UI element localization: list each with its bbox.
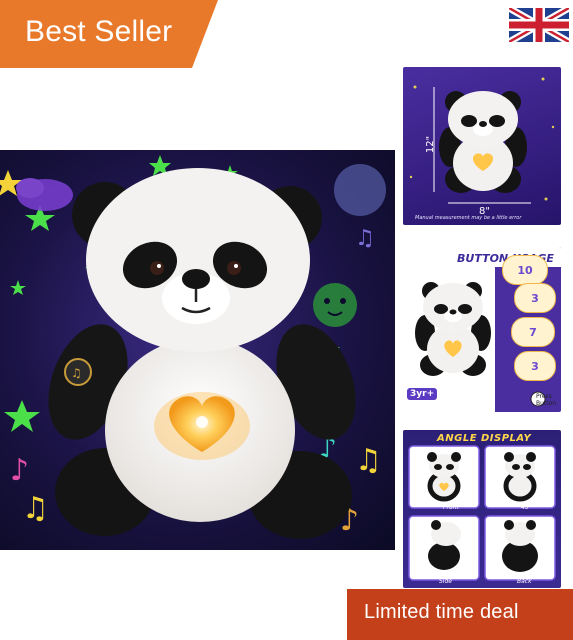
- main-product-image[interactable]: ♪ ♫ ♪ ♫ ♪ ♫ ♫: [0, 150, 395, 550]
- svg-text:♫: ♫: [355, 443, 382, 478]
- thumbnail-button-usage[interactable]: BUTTON USAGE 10 3 7 3 3yr+ Press Button: [403, 247, 561, 412]
- thumbnail-size[interactable]: 12" 8" Manual measurement may be a littl…: [403, 67, 561, 225]
- view-label-back: Back: [517, 578, 532, 585]
- press-button-label: Press Button: [536, 393, 557, 407]
- panda-toy: ♫: [48, 168, 356, 539]
- uk-flag-icon: [507, 4, 571, 46]
- limited-deal-badge: Limited time deal: [347, 589, 573, 640]
- moon-face-decoration: [334, 164, 386, 216]
- best-seller-badge: Best Seller: [0, 0, 218, 68]
- view-label-45: 45°: [521, 504, 532, 511]
- mode-chip-4: 3: [514, 351, 556, 381]
- best-seller-label: Best Seller: [25, 15, 173, 48]
- measurement-caption: Manual measurement may be a little error: [415, 215, 522, 221]
- view-label-front: Front: [443, 504, 459, 511]
- mode-chip-3-value: 7: [529, 325, 537, 339]
- thumbnail-angle-display[interactable]: ANGLE DISPLAY Front 45° Side Back: [403, 430, 561, 588]
- mode-chip-4-value: 3: [531, 359, 539, 373]
- svg-text:♫: ♫: [22, 491, 49, 526]
- svg-text:♫: ♫: [71, 366, 82, 380]
- mode-chip-1-value: 10: [517, 263, 533, 277]
- cloud-decoration: [16, 178, 73, 211]
- svg-text:♫: ♫: [355, 226, 375, 251]
- limited-deal-label: Limited time deal: [364, 601, 519, 623]
- angle-display-title: ANGLE DISPLAY: [437, 433, 532, 444]
- svg-text:♪: ♪: [10, 453, 29, 488]
- panda-illustration: ♪ ♫ ♪ ♫ ♪ ♫ ♫: [0, 155, 386, 539]
- mode-chip-3: 7: [511, 317, 555, 347]
- mode-chip-2-value: 3: [531, 291, 539, 305]
- bear-face-decoration: [313, 283, 357, 327]
- height-label: 12": [425, 135, 437, 154]
- view-label-side: Side: [439, 578, 452, 585]
- thumbnail-angle-graphic: [408, 445, 556, 581]
- age-badge: 3yr+: [407, 388, 438, 400]
- mode-chip-2: 3: [514, 283, 556, 313]
- mode-chip-1: 10: [502, 255, 548, 285]
